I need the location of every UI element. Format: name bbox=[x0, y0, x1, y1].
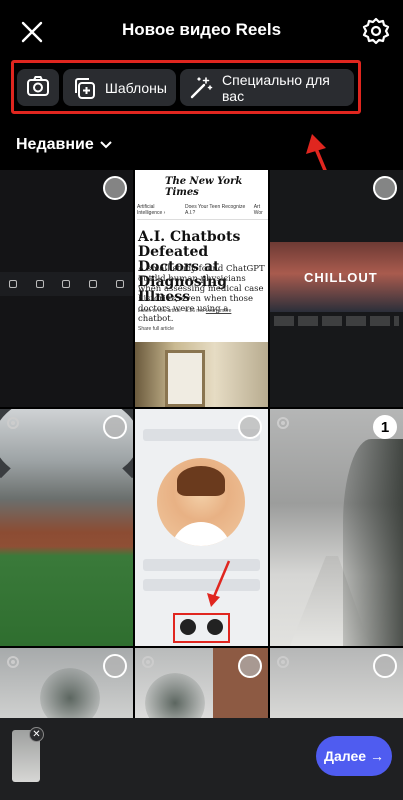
nyt-tab: Does Your Teen Recognize A.I.? bbox=[185, 204, 246, 216]
media-thumbnail[interactable]: 1 bbox=[270, 409, 403, 646]
header: Новое видео Reels bbox=[0, 0, 403, 62]
select-circle[interactable] bbox=[238, 654, 262, 678]
page-title: Новое видео Reels bbox=[121, 20, 282, 39]
remove-icon[interactable]: ✕ bbox=[29, 727, 44, 742]
app-tabbar-screenshot bbox=[0, 272, 133, 296]
chillout-title: CHILLOUT bbox=[304, 270, 378, 285]
avatar bbox=[157, 458, 245, 546]
templates-button[interactable]: Шаблоны bbox=[63, 69, 176, 106]
media-thumbnail[interactable]: CHILLOUT bbox=[270, 170, 403, 407]
select-circle[interactable] bbox=[103, 415, 127, 439]
next-button[interactable]: Далее → bbox=[316, 736, 392, 776]
media-thumbnail[interactable] bbox=[0, 170, 133, 407]
camera-icon bbox=[26, 75, 50, 100]
red-arrow-annotation bbox=[207, 560, 231, 607]
templates-icon bbox=[71, 75, 97, 101]
creation-tools-highlight: Шаблоны Специально для вас bbox=[11, 60, 361, 114]
media-thumbnail[interactable] bbox=[270, 648, 403, 718]
nyt-logo: The New York Times bbox=[165, 176, 243, 198]
gear-icon[interactable] bbox=[361, 16, 391, 46]
video-indicator-icon bbox=[277, 417, 289, 429]
media-thumbnail[interactable] bbox=[135, 409, 268, 646]
video-indicator-icon bbox=[7, 656, 19, 668]
link-icon bbox=[207, 619, 223, 635]
media-thumbnail[interactable] bbox=[135, 648, 268, 718]
media-thumbnail[interactable]: The New York Times Artificial Intelligen… bbox=[135, 170, 268, 407]
nyt-summary: A small study found ChatGPT outdid human… bbox=[138, 264, 265, 324]
album-filter-label: Недавние bbox=[16, 136, 94, 153]
select-circle[interactable] bbox=[238, 415, 262, 439]
select-circle[interactable] bbox=[103, 176, 127, 200]
nyt-photo bbox=[135, 342, 268, 407]
nyt-tabs: Artificial Intelligence › Does Your Teen… bbox=[137, 204, 268, 220]
video-indicator-icon bbox=[277, 656, 289, 668]
filter-icon bbox=[180, 619, 196, 635]
nyt-listen: Listen to this article · 8:26 min Learn … bbox=[138, 308, 232, 314]
camera-button[interactable] bbox=[17, 69, 59, 106]
selected-order-badge[interactable]: 1 bbox=[373, 415, 397, 439]
for-you-button[interactable]: Специально для вас bbox=[180, 69, 354, 106]
media-thumbnail[interactable] bbox=[0, 648, 133, 718]
select-circle[interactable] bbox=[373, 176, 397, 200]
nyt-tab: Art Wor bbox=[253, 204, 263, 216]
magic-wand-icon bbox=[188, 75, 214, 101]
chevron-down-icon bbox=[100, 141, 112, 149]
chillout-thumbnail: CHILLOUT bbox=[270, 242, 403, 312]
select-circle[interactable] bbox=[103, 654, 127, 678]
media-grid: The New York Times Artificial Intelligen… bbox=[0, 170, 403, 718]
templates-label: Шаблоны bbox=[105, 79, 167, 96]
nyt-tab: Artificial Intelligence › bbox=[137, 204, 166, 216]
selection-footer: ✕ Далее → bbox=[0, 718, 403, 800]
video-indicator-icon bbox=[7, 417, 19, 429]
media-thumbnail[interactable] bbox=[0, 409, 133, 646]
album-filter-dropdown[interactable]: Недавние bbox=[16, 136, 112, 154]
select-circle[interactable] bbox=[373, 654, 397, 678]
for-you-label: Специально для вас bbox=[222, 71, 330, 104]
nyt-share: Share full article bbox=[138, 326, 174, 332]
video-indicator-icon bbox=[142, 656, 154, 668]
